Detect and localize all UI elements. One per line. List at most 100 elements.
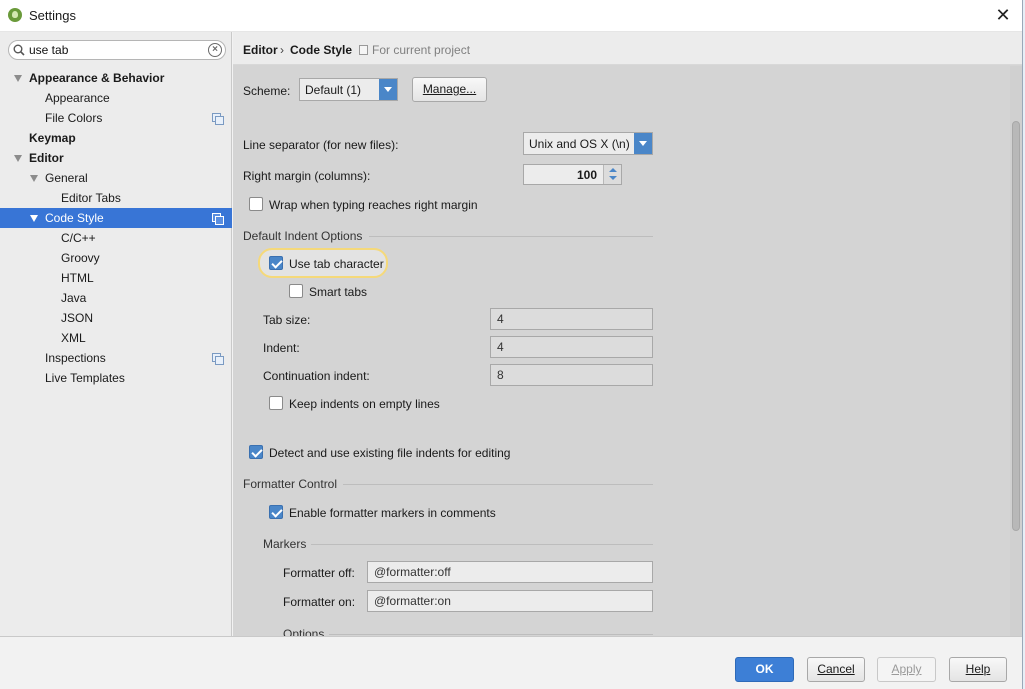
tree-item-label: Inspections	[45, 351, 106, 365]
formatter-on-field[interactable]	[367, 590, 653, 612]
apply-button[interactable]: Apply	[877, 657, 936, 682]
options-section-title: Options	[283, 627, 325, 636]
tree-item-inspections[interactable]: Inspections	[0, 348, 232, 368]
arrow-down-icon[interactable]	[609, 176, 617, 180]
tree-item-html[interactable]: HTML	[0, 268, 232, 288]
arrow-up-icon[interactable]	[609, 168, 617, 172]
close-icon[interactable]: ✕	[992, 4, 1014, 26]
formatter-section-title: Formatter Control	[243, 477, 338, 491]
expand-arrow-icon[interactable]	[30, 175, 38, 182]
section-divider	[311, 544, 653, 545]
indent-section-title: Default Indent Options	[243, 229, 363, 243]
expand-arrow-icon[interactable]	[14, 75, 22, 82]
tree-item-file-colors[interactable]: File Colors	[0, 108, 232, 128]
manage-button-label: Manage...	[422, 82, 477, 96]
tree-item-label: JSON	[61, 311, 94, 325]
formatter-markers-checkbox[interactable]	[269, 505, 283, 519]
ok-button-label: OK	[755, 662, 774, 676]
window-title: Settings	[29, 8, 76, 23]
vertical-scrollbar[interactable]	[1010, 66, 1022, 636]
keep-indents-label: Keep indents on empty lines	[289, 397, 440, 411]
tree-item-editor[interactable]: Editor	[0, 148, 232, 168]
line-separator-value: Unix and OS X (\n)	[529, 137, 630, 151]
scrollbar-thumb[interactable]	[1012, 121, 1020, 531]
ok-button[interactable]: OK	[735, 657, 794, 682]
title-bar: Settings ✕	[0, 0, 1022, 32]
tree-item-label: Appearance	[45, 91, 110, 105]
settings-content: Scheme: Default (1) Manage... Line separ…	[233, 66, 1009, 636]
smart-tabs-checkbox[interactable]	[289, 284, 303, 298]
indent-label: Indent:	[263, 341, 300, 355]
project-scope-icon	[359, 45, 368, 55]
tree-item-label: Code Style	[45, 211, 104, 225]
keep-indents-checkbox[interactable]	[269, 396, 283, 410]
tree-item-live-templates[interactable]: Live Templates	[0, 368, 232, 388]
search-box[interactable]: ×	[8, 40, 226, 60]
tree-item-label: General	[45, 171, 88, 185]
tree-item-keymap[interactable]: Keymap	[0, 128, 232, 148]
right-margin-value: 100	[576, 168, 597, 182]
scheme-label: Scheme:	[243, 84, 291, 98]
line-separator-label: Line separator (for new files):	[243, 138, 399, 152]
search-icon	[13, 44, 25, 56]
tab-size-label: Tab size:	[263, 313, 311, 327]
section-divider	[329, 634, 653, 635]
tree-item-label: Appearance & Behavior	[29, 71, 165, 85]
tree-item-label: Groovy	[61, 251, 100, 265]
breadcrumb-note: For current project	[372, 43, 471, 57]
scheme-dropdown[interactable]: Default (1)	[299, 78, 398, 101]
spinner-buttons[interactable]	[603, 165, 621, 184]
project-scope-icon	[212, 353, 224, 365]
breadcrumb-editor[interactable]: Editor	[243, 43, 278, 57]
tree-item-label: C/C++	[61, 231, 96, 245]
chevron-down-icon[interactable]	[634, 133, 652, 154]
clear-search-icon[interactable]: ×	[208, 43, 222, 57]
use-tab-checkbox[interactable]	[269, 256, 283, 270]
dialog-button-bar: OK Cancel Apply Help	[0, 636, 1022, 689]
continuation-indent-field[interactable]	[490, 364, 653, 386]
help-button[interactable]: Help	[949, 657, 1007, 682]
chevron-down-icon[interactable]	[379, 79, 397, 100]
tree-item-label: Java	[61, 291, 87, 305]
tree-item-label: Editor	[29, 151, 64, 165]
right-margin-spinner[interactable]: 100	[523, 164, 622, 185]
tree-item-appearance-behavior[interactable]: Appearance & Behavior	[0, 68, 232, 88]
scheme-value: Default (1)	[305, 83, 362, 97]
tree-item-general[interactable]: General	[0, 168, 232, 188]
help-button-label: Help	[965, 662, 991, 676]
tree-item-label: Keymap	[29, 131, 76, 145]
tree-item-appearance[interactable]: Appearance	[0, 88, 232, 108]
tree-item-code-style[interactable]: Code Style	[0, 208, 232, 228]
tab-size-field[interactable]	[490, 308, 653, 330]
manage-button[interactable]: Manage...	[412, 77, 487, 102]
section-divider	[343, 484, 653, 485]
formatter-on-label: Formatter on:	[283, 595, 356, 609]
detect-indents-checkbox[interactable]	[249, 445, 263, 459]
tree-item-java[interactable]: Java	[0, 288, 232, 308]
wrap-typing-checkbox[interactable]	[249, 197, 263, 211]
breadcrumb: Editor › Code Style For current project	[233, 32, 1022, 65]
expand-arrow-icon[interactable]	[14, 155, 22, 162]
tree-item-label: File Colors	[45, 111, 103, 125]
tree-item-groovy[interactable]: Groovy	[0, 248, 232, 268]
use-tab-label: Use tab character	[289, 257, 384, 271]
wrap-typing-label: Wrap when typing reaches right margin	[269, 198, 478, 212]
indent-field[interactable]	[490, 336, 653, 358]
formatter-markers-label: Enable formatter markers in comments	[289, 506, 496, 520]
expand-arrow-icon[interactable]	[30, 215, 38, 222]
tree-item-json[interactable]: JSON	[0, 308, 232, 328]
continuation-indent-label: Continuation indent:	[263, 369, 370, 383]
line-separator-dropdown[interactable]: Unix and OS X (\n)	[523, 132, 653, 155]
cancel-button[interactable]: Cancel	[807, 657, 865, 682]
cancel-button-label: Cancel	[817, 662, 855, 676]
search-input[interactable]	[29, 42, 199, 58]
formatter-off-field[interactable]	[367, 561, 653, 583]
tree-item-label: XML	[61, 331, 86, 345]
project-scope-icon	[212, 213, 224, 225]
tree-item-editor-tabs[interactable]: Editor Tabs	[0, 188, 232, 208]
tree-item-cpp[interactable]: C/C++	[0, 228, 232, 248]
breadcrumb-separator: ›	[280, 43, 284, 57]
formatter-off-label: Formatter off:	[283, 566, 355, 580]
project-scope-icon	[212, 113, 224, 125]
tree-item-xml[interactable]: XML	[0, 328, 232, 348]
